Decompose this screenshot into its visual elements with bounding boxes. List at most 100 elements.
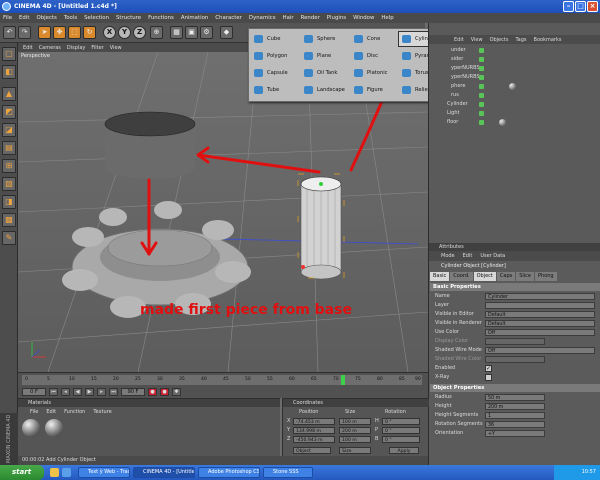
attr-menu-user-data[interactable]: User Data xyxy=(480,253,505,259)
texture-mode-icon[interactable]: ▤ xyxy=(2,141,16,155)
undo-icon[interactable]: ↶ xyxy=(3,26,16,39)
shaded-wire-mode-select[interactable]: Off xyxy=(485,347,595,354)
model-mode-icon[interactable]: ▢ xyxy=(2,47,16,61)
layer-field[interactable] xyxy=(485,302,595,309)
timeline-ruler[interactable]: 0 5 10 15 20 25 30 35 40 45 50 55 60 65 … xyxy=(22,375,422,385)
primitive-cube-item[interactable]: Cube xyxy=(251,32,301,46)
position-z-field[interactable]: -450.943 m xyxy=(293,436,335,443)
key-icon[interactable]: ✱ xyxy=(172,388,181,396)
menu-functions[interactable]: Functions xyxy=(148,15,174,21)
material-tag-icon[interactable] xyxy=(499,119,506,126)
workplane-icon[interactable]: ▩ xyxy=(2,213,16,227)
menu-plugins[interactable]: Plugins xyxy=(327,15,346,21)
render-settings-icon[interactable]: ⚙ xyxy=(200,26,213,39)
primitive-landscape-item[interactable]: Landscape xyxy=(301,83,351,97)
position-x-field[interactable]: -74.453 m xyxy=(293,418,335,425)
maximize-button[interactable]: □ xyxy=(575,1,586,12)
visibility-tick-icon[interactable] xyxy=(479,66,484,71)
menu-render[interactable]: Render xyxy=(301,15,320,21)
close-button[interactable]: × xyxy=(587,1,598,12)
polygons-mode-icon[interactable]: ◪ xyxy=(2,123,16,137)
axis-y-lock-button[interactable]: Y xyxy=(118,26,131,39)
visible-renderer-select[interactable]: Default xyxy=(485,320,595,327)
visibility-tick-icon[interactable] xyxy=(479,120,484,125)
primitive-cone-item[interactable]: Cone xyxy=(351,32,401,46)
menu-objects[interactable]: Objects xyxy=(36,15,56,21)
menu-character[interactable]: Character xyxy=(215,15,242,21)
quick-launch-icon[interactable] xyxy=(50,468,59,477)
enabled-checkbox[interactable]: ✓ xyxy=(485,365,492,372)
size-z-field[interactable]: 100 m xyxy=(339,436,371,443)
object-row[interactable]: yperNURBS xyxy=(429,73,600,82)
taskbar-button-stone-sss[interactable]: Stone SSS xyxy=(263,467,313,478)
coordinate-mode-select[interactable]: Object xyxy=(293,447,331,454)
rotation-p-field[interactable]: 0 ° xyxy=(382,427,420,434)
om-menu-bookmarks[interactable]: Bookmarks xyxy=(534,37,562,43)
menu-dynamics[interactable]: Dynamics xyxy=(249,15,276,21)
primitive-oil-tank-item[interactable]: Oil Tank xyxy=(301,66,351,80)
material-swatch[interactable] xyxy=(45,419,63,437)
snap-icon[interactable]: ◨ xyxy=(2,195,16,209)
live-select-icon[interactable]: ➤ xyxy=(38,26,51,39)
om-menu-view[interactable]: View xyxy=(471,37,483,43)
rotation-segments-field[interactable]: 36 xyxy=(485,421,545,428)
menu-help[interactable]: Help xyxy=(381,15,393,21)
object-row[interactable]: yperNURBS xyxy=(429,64,600,73)
height-field[interactable]: 200 m xyxy=(485,403,545,410)
goto-end-icon[interactable]: ⏭ xyxy=(109,388,118,396)
axis-z-lock-button[interactable]: Z xyxy=(133,26,146,39)
quick-launch-icon[interactable] xyxy=(62,468,71,477)
taskbar-button-photoshop[interactable]: Adobe Photoshop CS... xyxy=(198,467,260,478)
tab-coord[interactable]: Coord. xyxy=(450,272,473,281)
visibility-tick-icon[interactable] xyxy=(479,93,484,98)
material-tag-icon[interactable] xyxy=(509,83,516,90)
om-menu-objects[interactable]: Objects xyxy=(490,37,509,43)
size-mode-select[interactable]: Size xyxy=(339,447,371,454)
scale-tool-icon[interactable]: ⬚ xyxy=(68,26,81,39)
size-y-field[interactable]: 200 m xyxy=(339,427,371,434)
size-x-field[interactable]: 100 m xyxy=(339,418,371,425)
menu-animation[interactable]: Animation xyxy=(181,15,208,21)
visibility-tick-icon[interactable] xyxy=(479,48,484,53)
edit-icon[interactable]: ✎ xyxy=(2,231,16,245)
primitive-platonic-item[interactable]: Platonic xyxy=(351,66,401,80)
attr-menu-edit[interactable]: Edit xyxy=(463,253,473,259)
tab-object[interactable]: Object xyxy=(473,272,496,281)
name-field[interactable]: Cylinder xyxy=(485,293,595,300)
menu-structure[interactable]: Structure xyxy=(116,15,141,21)
rotation-b-field[interactable]: 0 ° xyxy=(382,436,420,443)
object-mode-icon[interactable]: ◧ xyxy=(2,65,16,79)
viewport-menu-display[interactable]: Display xyxy=(67,45,85,51)
start-frame-field[interactable]: 0 F xyxy=(22,388,46,396)
taskbar-button-cinema4d[interactable]: CINEMA 4D - [Untitle... xyxy=(133,467,195,478)
minimize-button[interactable]: – xyxy=(563,1,574,12)
object-row[interactable]: rus xyxy=(429,91,600,100)
primitive-polygon-item[interactable]: Polygon xyxy=(251,49,301,63)
coordinate-system-icon[interactable]: ⊕ xyxy=(150,26,163,39)
axis-mode-icon[interactable]: ⊞ xyxy=(2,159,16,173)
visibility-tick-icon[interactable] xyxy=(479,57,484,62)
add-primitive-icon[interactable]: ◆ xyxy=(220,26,233,39)
viewport-menu-view[interactable]: View xyxy=(110,45,122,51)
menu-selection[interactable]: Selection xyxy=(84,15,109,21)
viewport-menu-filter[interactable]: Filter xyxy=(91,45,103,51)
menu-edit[interactable]: Edit xyxy=(19,15,29,21)
visible-editor-select[interactable]: Default xyxy=(485,311,595,318)
axis-x-lock-button[interactable]: X xyxy=(103,26,116,39)
star-base-object[interactable] xyxy=(62,201,251,318)
rotation-h-field[interactable]: 0 ° xyxy=(382,418,420,425)
viewport-menu-cameras[interactable]: Cameras xyxy=(39,45,61,51)
primitive-figure-item[interactable]: Figure xyxy=(351,83,401,97)
mat-menu-function[interactable]: Function xyxy=(64,409,85,415)
primitive-tube-item[interactable]: Tube xyxy=(251,83,301,97)
start-button[interactable]: start xyxy=(0,465,44,480)
prev-key-icon[interactable]: ◂ xyxy=(61,388,70,396)
base-cylinder-object[interactable] xyxy=(104,111,196,179)
object-row[interactable]: under xyxy=(429,46,600,55)
attr-menu-mode[interactable]: Mode xyxy=(441,253,455,259)
primitive-capsule-item[interactable]: Capsule xyxy=(251,66,301,80)
taskbar-button-browser[interactable]: Text ÿ Web - Traduc... xyxy=(78,467,130,478)
rotate-tool-icon[interactable]: ↻ xyxy=(83,26,96,39)
x-ray-checkbox[interactable] xyxy=(485,374,492,381)
apply-button[interactable]: Apply xyxy=(389,447,419,454)
